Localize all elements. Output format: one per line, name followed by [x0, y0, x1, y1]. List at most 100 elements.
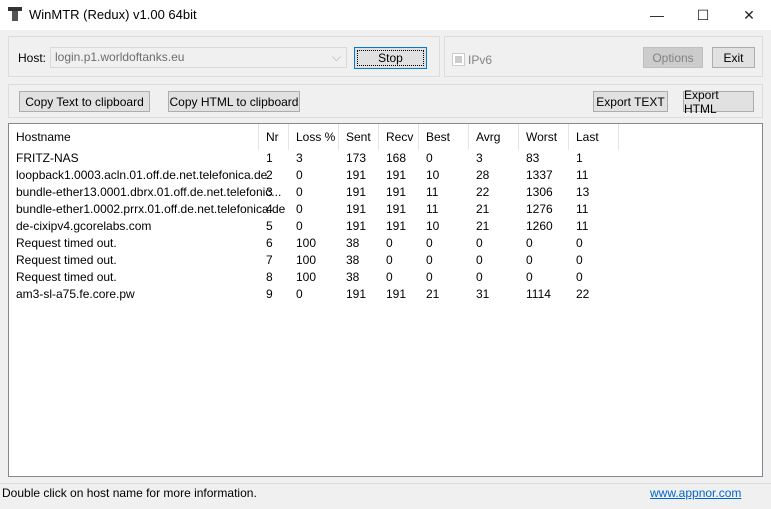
cell-avrg: 0 [476, 270, 483, 284]
cell-loss: 0 [296, 185, 303, 199]
cell-recv: 191 [386, 287, 407, 301]
cell-sent: 38 [346, 253, 360, 267]
column-header-sent[interactable]: Sent [339, 124, 379, 150]
table-row[interactable]: Request timed out. 7 100 38 0 0 0 0 0 [9, 252, 762, 269]
cell-avrg: 22 [476, 185, 490, 199]
cell-recv: 0 [386, 236, 393, 250]
column-header-recv[interactable]: Recv [379, 124, 419, 150]
column-header-loss[interactable]: Loss % [289, 124, 339, 150]
cell-loss: 3 [296, 151, 303, 165]
close-button[interactable]: ✕ [726, 0, 771, 30]
cell-sent: 191 [346, 219, 367, 233]
table-row[interactable]: de-cixipv4.gcorelabs.com 5 0 191 191 10 21 1260… [9, 218, 762, 235]
cell-best: 0 [426, 151, 433, 165]
title-bar: WinMTR (Redux) v1.00 64bit — ☐ ✕ [0, 0, 771, 30]
column-header-worst[interactable]: Worst [519, 124, 569, 150]
cell-hostname: loopback1.0003.acln.01.off.de.net.telefo… [16, 168, 268, 182]
cell-nr: 8 [266, 270, 273, 284]
table-row[interactable]: Request timed out. 8 100 38 0 0 0 0 0 [9, 269, 762, 286]
cell-last: 13 [576, 185, 590, 199]
ipv6-label: IPv6 [468, 53, 493, 67]
host-input[interactable]: login.p1.worldoftanks.eu [55, 50, 184, 64]
app-icon [8, 7, 22, 21]
cell-sent: 38 [346, 236, 360, 250]
cell-hostname: bundle-ether13.0001.dbrx.01.off.de.net.t… [16, 185, 282, 199]
website-link[interactable]: www.appnor.com [650, 486, 741, 500]
cell-hostname: Request timed out. [16, 236, 117, 250]
exit-button[interactable]: Exit [712, 47, 755, 68]
cell-best: 10 [426, 219, 440, 233]
minimize-button[interactable]: — [634, 0, 680, 30]
cell-loss: 100 [296, 270, 317, 284]
cell-loss: 0 [296, 287, 303, 301]
cell-worst: 0 [526, 253, 533, 267]
cell-avrg: 0 [476, 236, 483, 250]
cell-nr: 4 [266, 202, 273, 216]
table-row[interactable]: am3-sl-a75.fe.core.pw 9 0 191 191 21 31 1114 22 [9, 286, 762, 303]
cell-nr: 5 [266, 219, 273, 233]
cell-recv: 191 [386, 185, 407, 199]
column-header-best[interactable]: Best [419, 124, 469, 150]
cell-worst: 1260 [526, 219, 553, 233]
cell-sent: 191 [346, 287, 367, 301]
cell-hostname: am3-sl-a75.fe.core.pw [16, 287, 135, 301]
cell-nr: 3 [266, 185, 273, 199]
cell-sent: 38 [346, 270, 360, 284]
cell-best: 0 [426, 236, 433, 250]
column-header-hostname[interactable]: Hostname [9, 124, 259, 150]
cell-worst: 0 [526, 270, 533, 284]
cell-loss: 0 [296, 202, 303, 216]
cell-sent: 191 [346, 185, 367, 199]
cell-hostname: Request timed out. [16, 270, 117, 284]
table-row[interactable]: loopback1.0003.acln.01.off.de.net.telefo… [9, 167, 762, 184]
cell-worst: 1337 [526, 168, 553, 182]
cell-hostname: FRITZ-NAS [16, 151, 79, 165]
cell-avrg: 31 [476, 287, 490, 301]
cell-recv: 191 [386, 202, 407, 216]
table-row[interactable]: Request timed out. 6 100 38 0 0 0 0 0 [9, 235, 762, 252]
cell-best: 11 [426, 202, 439, 216]
cell-nr: 9 [266, 287, 273, 301]
chevron-down-icon[interactable]: ⌵ [332, 50, 341, 65]
results-table[interactable]: Hostname Nr Loss % Sent Recv Best Avrg Worst Las… [8, 123, 763, 477]
cell-best: 0 [426, 270, 433, 284]
cell-avrg: 3 [476, 151, 483, 165]
host-label: Host: [18, 51, 47, 65]
cell-avrg: 0 [476, 253, 483, 267]
table-row[interactable]: FRITZ-NAS 1 3 173 168 0 3 83 1 [9, 150, 762, 167]
export-html-button[interactable]: Export HTML [683, 88, 754, 116]
status-text: Double click on host name for more infor… [2, 486, 257, 500]
cell-avrg: 28 [476, 168, 490, 182]
options-button[interactable]: Options [643, 47, 703, 68]
ipv6-checkbox[interactable] [452, 53, 465, 66]
cell-hostname: bundle-ether1.0002.prrx.01.off.de.net.te… [16, 202, 286, 216]
cell-sent: 191 [346, 202, 367, 216]
maximize-button[interactable]: ☐ [680, 0, 726, 30]
cell-best: 0 [426, 253, 433, 267]
cell-last: 1 [576, 151, 583, 165]
cell-last: 11 [576, 219, 589, 233]
cell-last: 0 [576, 253, 583, 267]
cell-recv: 0 [386, 253, 393, 267]
column-header-last[interactable]: Last [569, 124, 619, 150]
host-combobox[interactable]: login.p1.worldoftanks.eu ⌵ [50, 47, 347, 68]
cell-recv: 168 [386, 151, 407, 165]
cell-avrg: 21 [476, 219, 490, 233]
status-bar: Double click on host name for more infor… [0, 483, 771, 509]
cell-best: 21 [426, 287, 440, 301]
stop-button[interactable]: Stop [354, 47, 427, 69]
export-text-button[interactable]: Export TEXT [593, 91, 668, 112]
cell-hostname: Request timed out. [16, 253, 117, 267]
copy-html-button[interactable]: Copy HTML to clipboard [168, 91, 300, 112]
cell-worst: 0 [526, 236, 533, 250]
cell-worst: 1114 [526, 287, 551, 301]
table-row[interactable]: bundle-ether13.0001.dbrx.01.off.de.net.t… [9, 184, 762, 201]
cell-sent: 191 [346, 168, 367, 182]
column-header-avrg[interactable]: Avrg [469, 124, 519, 150]
column-header-nr[interactable]: Nr [259, 124, 289, 150]
cell-worst: 83 [526, 151, 540, 165]
cell-recv: 0 [386, 270, 393, 284]
table-row[interactable]: bundle-ether1.0002.prrx.01.off.de.net.te… [9, 201, 762, 218]
copy-text-button[interactable]: Copy Text to clipboard [19, 91, 150, 112]
cell-last: 11 [576, 168, 589, 182]
